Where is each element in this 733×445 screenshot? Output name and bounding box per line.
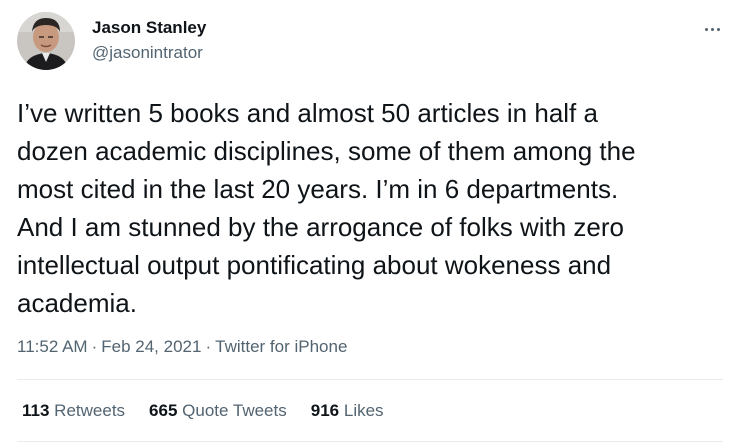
divider	[17, 379, 723, 380]
tweet-meta: 11:52 AM · Feb 24, 2021 · Twitter for iPhone	[17, 337, 347, 357]
tweet-text-line: academia.	[17, 288, 137, 318]
likes-stat[interactable]: 916 Likes	[311, 401, 384, 421]
more-horizontal-icon	[704, 27, 720, 31]
author-handle[interactable]: @jasonintrator	[92, 43, 203, 63]
tweet-date-link[interactable]: Feb 24, 2021	[101, 337, 201, 356]
tweet-text-line: And I am stunned by the arrogance of fol…	[17, 212, 625, 242]
tweet-text: I’ve written 5 books and almost 50 artic…	[17, 94, 723, 322]
author-name[interactable]: Jason Stanley	[92, 18, 206, 38]
retweets-label: Retweets	[54, 401, 126, 420]
avatar[interactable]	[17, 12, 75, 70]
meta-separator: ·	[91, 337, 98, 356]
meta-separator: ·	[205, 337, 212, 356]
divider	[17, 441, 723, 442]
tweet-time-link[interactable]: 11:52 AM	[17, 337, 88, 356]
tweet-time: 11:52 AM	[17, 337, 88, 356]
retweets-count: 113	[22, 401, 50, 420]
retweets-stat[interactable]: 113 Retweets	[22, 401, 125, 421]
engagement-stats: 113 Retweets 665 Quote Tweets 916 Likes	[22, 401, 384, 421]
tweet-date: Feb 24, 2021	[101, 337, 202, 356]
avatar-photo	[17, 12, 75, 70]
tweet-text-line: I’ve written 5 books and almost 50 artic…	[17, 98, 598, 128]
quote-tweets-count: 665	[149, 401, 178, 420]
tweet-text-line: dozen academic disciplines, some of them…	[17, 136, 636, 166]
likes-label: Likes	[343, 401, 384, 420]
tweet-text-line: most cited in the last 20 years. I’m in …	[17, 174, 619, 204]
tweet-text-line: intellectual output pontificating about …	[17, 250, 612, 280]
quote-tweets-label: Quote Tweets	[182, 401, 287, 420]
quote-tweets-stat[interactable]: 665 Quote Tweets	[149, 401, 287, 421]
tweet-source-link[interactable]: Twitter for iPhone	[215, 337, 347, 356]
more-options-button[interactable]	[697, 14, 727, 44]
likes-count: 916	[310, 401, 340, 420]
